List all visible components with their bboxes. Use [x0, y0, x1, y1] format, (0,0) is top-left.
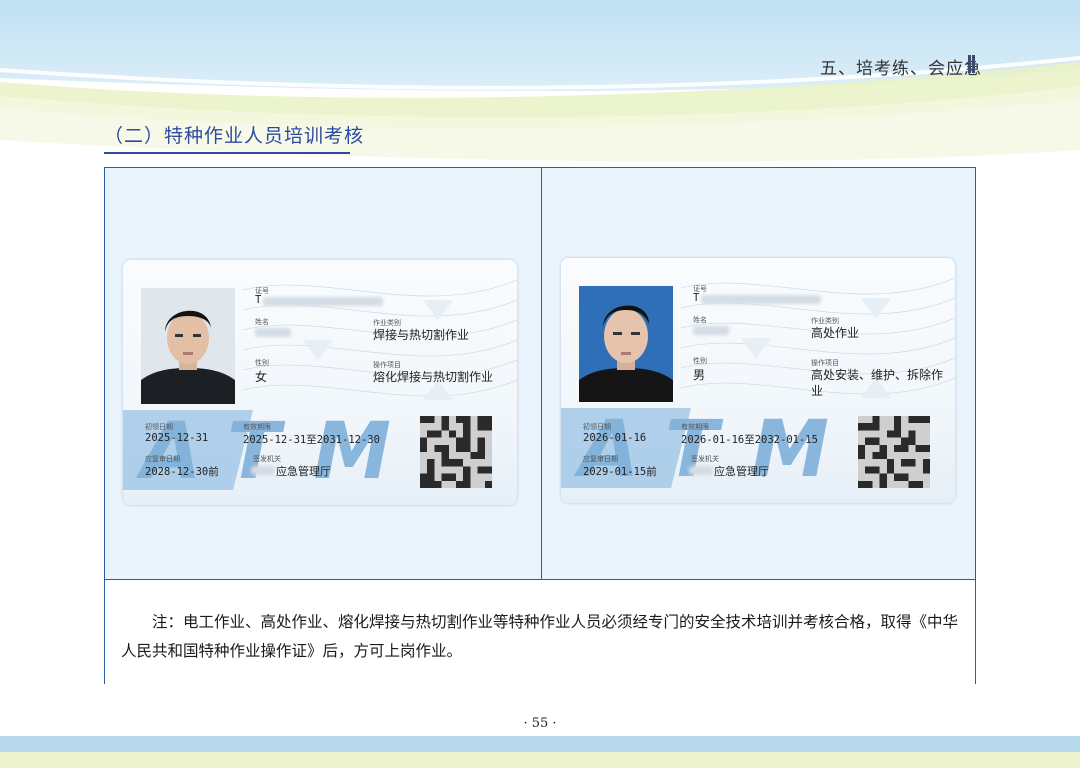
svg-text:ATM: ATM	[135, 407, 391, 497]
id-photo	[579, 286, 673, 402]
chapter-header-bar	[968, 55, 971, 73]
redacted-name	[255, 328, 291, 337]
card-emblem-logo: ATM	[561, 405, 829, 495]
certificate-card-male: ATM 证号 T 姓名 性别 男 作业类别 高处作业 操作项目 高处安装、维护、…	[561, 258, 955, 503]
name-label: 姓名	[693, 316, 707, 324]
note-area: 注：电工作业、高处作业、熔化焊接与热切割作业等特种作业人员必须经专门的安全技术培…	[105, 580, 975, 684]
gender-label: 性别	[255, 359, 269, 367]
qr-code-icon	[858, 416, 930, 488]
review-label: 应复审日期	[145, 455, 180, 463]
page-number: · 55 ·	[523, 716, 557, 731]
gender-label: 性别	[693, 357, 707, 365]
footer-band	[0, 752, 1080, 768]
first-issue-label: 初领日期	[583, 423, 611, 431]
chapter-header: 五、培考练、会应急	[820, 59, 982, 79]
validity-label: 有效期限	[243, 423, 271, 431]
review-date: 2028-12-30前	[145, 466, 219, 478]
frame-divider	[541, 168, 542, 579]
issuer-value: 应急管理厅	[276, 465, 331, 478]
review-label: 应复审日期	[583, 455, 618, 463]
category-value: 高处作业	[811, 326, 860, 340]
redacted-name	[693, 326, 729, 335]
id-photo	[141, 288, 235, 404]
first-issue-label: 初领日期	[145, 423, 173, 431]
note-text: 注：电工作业、高处作业、熔化焊接与热切割作业等特种作业人员必须经专门的安全技术培…	[121, 613, 959, 660]
cert-number-prefix: T	[693, 292, 700, 304]
validity-period: 2026-01-16至2032-01-15	[681, 434, 818, 446]
gender-value: 女	[255, 370, 268, 384]
redacted-issuer-region	[689, 466, 713, 475]
chapter-header-bar	[972, 55, 975, 73]
redacted-cert-number	[701, 295, 821, 304]
item-value: 熔化焊接与热切割作业	[373, 370, 494, 384]
gender-value: 男	[693, 368, 706, 382]
first-issue-date: 2026-01-16	[583, 432, 647, 444]
svg-text:ATM: ATM	[573, 405, 829, 495]
item-value: 高处安装、维护、拆除作	[811, 368, 944, 382]
first-issue-date: 2025-12-31	[145, 432, 209, 444]
certificate-card-female: ATM 证号 T 姓名 性别 女 作业类别 焊接与热切割作业 操作项目 熔化焊接…	[123, 260, 517, 505]
figure-frame: ATM 证号 T 姓名 性别 女 作业类别 焊接与热切割作业 操作项目 熔化焊接…	[104, 167, 976, 684]
review-date: 2029-01-15前	[583, 466, 657, 478]
redacted-issuer-region	[251, 466, 275, 475]
footer-band	[0, 736, 1080, 752]
cert-number-prefix: T	[255, 294, 262, 306]
section-title: （二）特种作业人员培训考核	[104, 121, 363, 154]
card-emblem-logo: ATM	[123, 407, 391, 497]
redacted-cert-number	[263, 297, 383, 306]
category-value: 焊接与热切割作业	[373, 328, 470, 342]
issuer-value: 应急管理厅	[714, 465, 769, 478]
item-value-continued: 业	[811, 384, 824, 398]
validity-label: 有效期限	[681, 423, 709, 431]
validity-period: 2025-12-31至2031-12-30	[243, 434, 380, 446]
name-label: 姓名	[255, 318, 269, 326]
qr-code-icon	[420, 416, 492, 488]
